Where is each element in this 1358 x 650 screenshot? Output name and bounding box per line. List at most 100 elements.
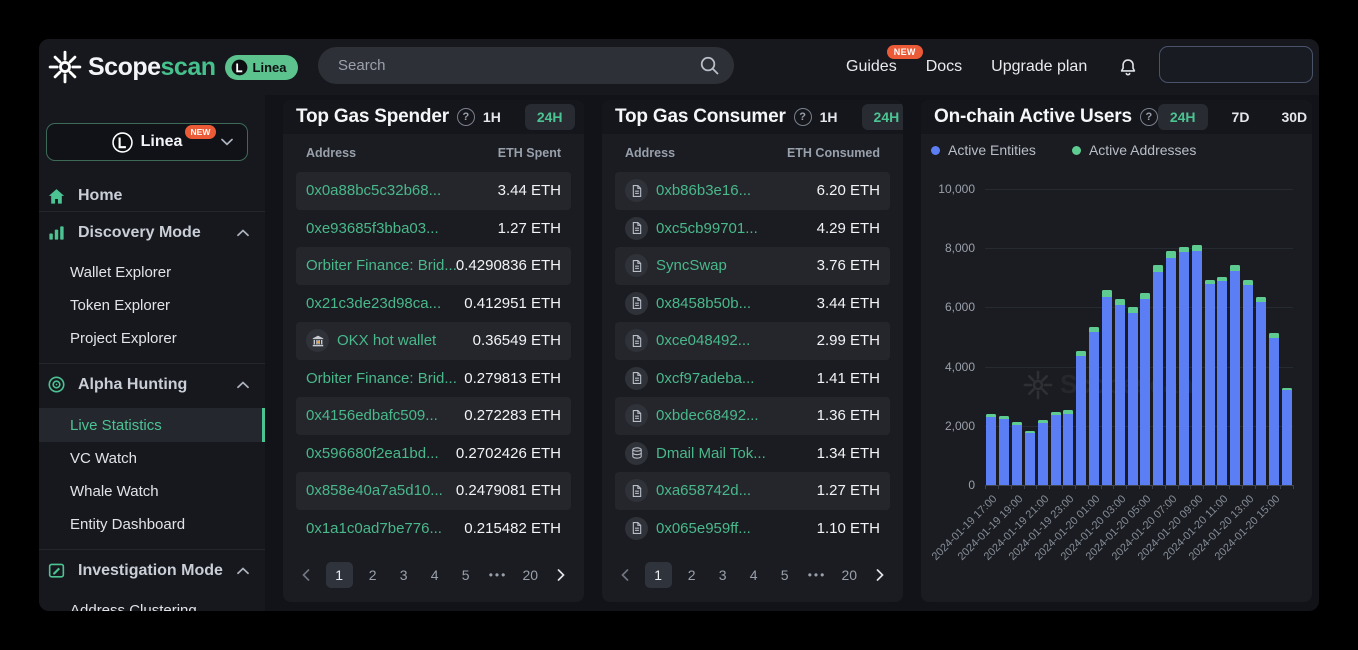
bar-slot[interactable] bbox=[1280, 388, 1293, 485]
tab-1h[interactable]: 1H bbox=[812, 104, 846, 130]
pagination-page[interactable]: 5 bbox=[774, 562, 796, 588]
bar-slot[interactable] bbox=[1101, 290, 1114, 485]
sidebar-section-investigation-mode[interactable]: Investigation Mode bbox=[39, 549, 265, 591]
address-link[interactable]: 0x21c3de23d98ca... bbox=[306, 295, 441, 312]
tab-1h[interactable]: 1H bbox=[475, 104, 509, 130]
address-link[interactable]: 0x858e40a7a5d10... bbox=[306, 482, 443, 499]
table-row[interactable]: 0xbdec68492...1.36 ETH bbox=[615, 397, 890, 435]
pagination-next-button[interactable] bbox=[869, 562, 891, 588]
table-row[interactable]: Dmail Mail Tok...1.34 ETH bbox=[615, 435, 890, 473]
bar-slot[interactable] bbox=[1024, 431, 1037, 485]
address-link[interactable]: 0x0a88bc5c32b68... bbox=[306, 182, 441, 199]
pagination-page[interactable]: 1 bbox=[326, 562, 353, 588]
tab-24h[interactable]: 24H bbox=[862, 104, 903, 130]
pagination-page[interactable]: 20 bbox=[838, 562, 860, 588]
pagination-page[interactable]: 2 bbox=[681, 562, 703, 588]
header-outline-button[interactable] bbox=[1159, 46, 1313, 83]
table-row[interactable]: 0x1a1c0ad7be776...0.215482 ETH bbox=[296, 510, 571, 548]
sidebar-item-vc-watch[interactable]: VC Watch bbox=[39, 442, 265, 475]
bar-slot[interactable] bbox=[1049, 412, 1062, 485]
bar-slot[interactable] bbox=[1255, 297, 1268, 485]
address-link[interactable]: OKX hot wallet bbox=[337, 332, 436, 349]
address-link[interactable]: 0xb86b3e16... bbox=[656, 182, 751, 199]
table-row[interactable]: 0xcf97adeba...1.41 ETH bbox=[615, 360, 890, 398]
address-link[interactable]: SyncSwap bbox=[656, 257, 727, 274]
nav-item-guides[interactable]: GuidesNEW bbox=[846, 58, 897, 76]
table-row[interactable]: 0xa658742d...1.27 ETH bbox=[615, 472, 890, 510]
sidebar-section-discovery-mode[interactable]: Discovery Mode bbox=[39, 211, 265, 253]
help-icon[interactable]: ? bbox=[794, 108, 812, 126]
notifications-bell-icon[interactable] bbox=[1118, 57, 1138, 78]
bar-slot[interactable] bbox=[1229, 265, 1242, 485]
bar-slot[interactable] bbox=[985, 414, 998, 485]
brand-logo[interactable]: Scopescan Linea bbox=[48, 50, 298, 84]
address-link[interactable]: Orbiter Finance: Brid... bbox=[306, 257, 457, 274]
pagination-page[interactable]: 5 bbox=[455, 562, 477, 588]
pagination-ellipsis[interactable]: ••• bbox=[805, 562, 830, 588]
search-icon[interactable] bbox=[699, 55, 720, 76]
bar-slot[interactable] bbox=[1203, 280, 1216, 485]
pagination-page[interactable]: 3 bbox=[712, 562, 734, 588]
table-row[interactable]: 0x0a88bc5c32b68...3.44 ETH bbox=[296, 172, 571, 210]
table-row[interactable]: 0x21c3de23d98ca...0.412951 ETH bbox=[296, 285, 571, 323]
table-row[interactable]: 0xc5cb99701...4.29 ETH bbox=[615, 210, 890, 248]
table-row[interactable]: 0x065e959ff...1.10 ETH bbox=[615, 510, 890, 548]
pagination-page[interactable]: 4 bbox=[424, 562, 446, 588]
bar-slot[interactable] bbox=[1267, 333, 1280, 485]
table-row[interactable]: OKX hot wallet0.36549 ETH bbox=[296, 322, 571, 360]
table-row[interactable]: 0x4156edbafc509...0.272283 ETH bbox=[296, 397, 571, 435]
pagination-prev-button[interactable] bbox=[295, 562, 317, 588]
bar-slot[interactable] bbox=[1165, 251, 1178, 485]
address-link[interactable]: 0xbdec68492... bbox=[656, 407, 759, 424]
table-row[interactable]: 0xe93685f3bba03...1.27 ETH bbox=[296, 210, 571, 248]
bar-slot[interactable] bbox=[1139, 293, 1152, 485]
sidebar-item-entity-dashboard[interactable]: Entity Dashboard bbox=[39, 508, 265, 541]
bar-slot[interactable] bbox=[1062, 410, 1075, 485]
table-row[interactable]: 0x8458b50b...3.44 ETH bbox=[615, 285, 890, 323]
pagination-page[interactable]: 20 bbox=[519, 562, 541, 588]
bar-slot[interactable] bbox=[1190, 245, 1203, 485]
address-link[interactable]: 0xc5cb99701... bbox=[656, 220, 758, 237]
address-link[interactable]: 0x8458b50b... bbox=[656, 295, 751, 312]
address-link[interactable]: 0xe93685f3bba03... bbox=[306, 220, 439, 237]
bar-slot[interactable] bbox=[1113, 299, 1126, 485]
legend-item[interactable]: Active Entities bbox=[931, 142, 1036, 158]
address-link[interactable]: 0x596680f2ea1bd... bbox=[306, 445, 439, 462]
pagination-prev-button[interactable] bbox=[614, 562, 636, 588]
network-selector[interactable]: LineaNEW bbox=[46, 123, 248, 161]
legend-item[interactable]: Active Addresses bbox=[1072, 142, 1196, 158]
table-row[interactable]: Orbiter Finance: Brid...0.279813 ETH bbox=[296, 360, 571, 398]
address-link[interactable]: 0x065e959ff... bbox=[656, 520, 751, 537]
pagination-page[interactable]: 1 bbox=[645, 562, 672, 588]
nav-item-docs[interactable]: Docs bbox=[926, 58, 962, 76]
address-link[interactable]: 0x1a1c0ad7be776... bbox=[306, 520, 442, 537]
sidebar-section-alpha-hunting[interactable]: Alpha Hunting bbox=[39, 363, 265, 405]
table-row[interactable]: SyncSwap3.76 ETH bbox=[615, 247, 890, 285]
address-link[interactable]: Orbiter Finance: Brid... bbox=[306, 370, 457, 387]
bar-slot[interactable] bbox=[1242, 280, 1255, 485]
tab-24h[interactable]: 24H bbox=[1158, 104, 1208, 130]
sidebar-item-address-clustering[interactable]: Address Clustering bbox=[39, 594, 265, 611]
table-row[interactable]: 0xb86b3e16...6.20 ETH bbox=[615, 172, 890, 210]
search-input[interactable] bbox=[318, 47, 734, 84]
bar-slot[interactable] bbox=[1216, 277, 1229, 485]
address-link[interactable]: 0x4156edbafc509... bbox=[306, 407, 438, 424]
tab-7d[interactable]: 7D bbox=[1224, 104, 1258, 130]
bar-slot[interactable] bbox=[1178, 247, 1191, 485]
address-link[interactable]: 0xa658742d... bbox=[656, 482, 751, 499]
address-link[interactable]: 0xce048492... bbox=[656, 332, 750, 349]
pagination-page[interactable]: 3 bbox=[393, 562, 415, 588]
help-icon[interactable]: ? bbox=[457, 108, 475, 126]
bar-slot[interactable] bbox=[1075, 351, 1088, 485]
table-row[interactable]: 0xce048492...2.99 ETH bbox=[615, 322, 890, 360]
bar-slot[interactable] bbox=[1036, 420, 1049, 485]
bar-slot[interactable] bbox=[1126, 307, 1139, 485]
bar-slot[interactable] bbox=[1088, 327, 1101, 485]
sidebar-item-token-explorer[interactable]: Token Explorer bbox=[39, 289, 265, 322]
help-icon[interactable]: ? bbox=[1140, 108, 1158, 126]
nav-item-upgrade-plan[interactable]: Upgrade plan bbox=[991, 58, 1087, 76]
tab-30d[interactable]: 30D bbox=[1273, 104, 1312, 130]
pagination-page[interactable]: 2 bbox=[362, 562, 384, 588]
table-row[interactable]: 0x858e40a7a5d10...0.2479081 ETH bbox=[296, 472, 571, 510]
sidebar-item-whale-watch[interactable]: Whale Watch bbox=[39, 475, 265, 508]
